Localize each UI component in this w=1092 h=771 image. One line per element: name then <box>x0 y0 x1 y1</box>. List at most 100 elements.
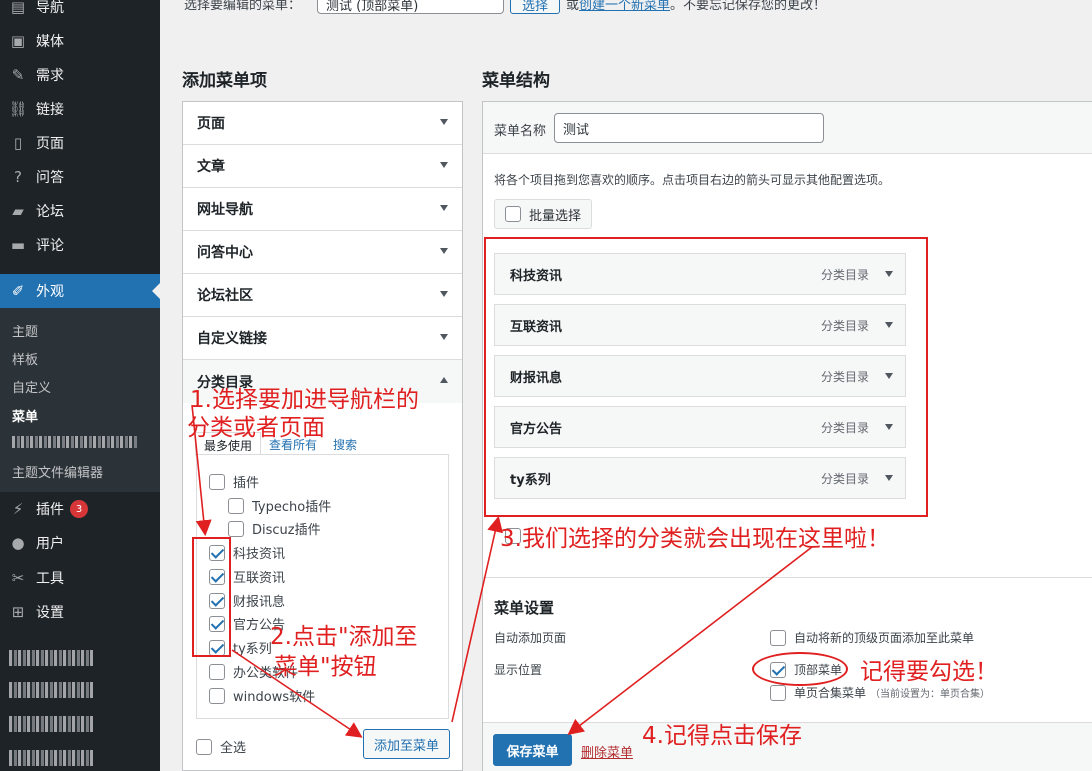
auto-add-checkbox[interactable] <box>770 629 786 646</box>
submenu-item-patterns[interactable]: 样板 <box>12 349 38 368</box>
category-label: windows软件 <box>233 690 316 705</box>
menu-name-header: 菜单名称 测试 <box>483 102 1092 154</box>
add-menu-items-title: 添加菜单项 <box>182 71 267 91</box>
accordion-label: 页面 <box>197 116 225 132</box>
sidebar-item-label: 插件 <box>36 502 64 518</box>
single-page-checkbox[interactable] <box>770 684 786 701</box>
location-single-page-menu[interactable]: 单页合集菜单 （当前设置为：单页合集） <box>770 684 990 701</box>
accordion-url-nav[interactable]: 网址导航 <box>183 188 462 231</box>
select-all-label: 全选 <box>220 741 247 756</box>
caret-down-icon <box>440 205 448 211</box>
accordion-label: 自定义链接 <box>197 331 267 347</box>
sidebar-item-demand[interactable]: ✎ 需求 <box>0 58 160 92</box>
appearance-submenu: 主题 样板 自定义 菜单 主题文件编辑器 <box>0 308 160 492</box>
blurred-menu-item[interactable] <box>9 750 93 766</box>
blurred-menu-item[interactable] <box>9 716 93 732</box>
menu-select-value: 测试 (顶部菜单) <box>326 0 419 14</box>
category-item[interactable]: windows软件 <box>209 686 315 705</box>
sidebar-item-navigation[interactable]: ▤ 导航 <box>0 0 160 24</box>
tool-icon: ✂ <box>11 569 25 587</box>
sidebar-item-label: 页面 <box>36 136 64 152</box>
select-menu-button[interactable]: 选择 <box>510 0 560 14</box>
submenu-item-menus[interactable]: 菜单 <box>12 406 38 425</box>
annotation-step2-line1: 2.点击"添加至 <box>270 624 418 650</box>
sidebar-item-media[interactable]: ▣ 媒体 <box>0 24 160 58</box>
save-menu-button[interactable]: 保存菜单 <box>493 734 572 766</box>
accordion-posts[interactable]: 文章 <box>183 145 462 188</box>
highlight-box-menu-items <box>484 237 928 517</box>
select-all-item[interactable]: 全选 <box>196 737 246 756</box>
submenu-item-customize[interactable]: 自定义 <box>12 377 51 396</box>
update-count-badge: 3 <box>70 500 88 518</box>
create-prefix: 或 <box>566 0 580 13</box>
caret-down-icon <box>440 334 448 340</box>
create-menu-link[interactable]: 创建一个新菜单 <box>579 0 670 13</box>
checkbox[interactable] <box>209 473 225 490</box>
bulk-select-checkbox[interactable] <box>505 206 521 222</box>
blurred-menu-item[interactable] <box>9 650 93 666</box>
sidebar-item-forum[interactable]: ▰ 论坛 <box>0 194 160 228</box>
menu-select-dropdown[interactable]: 测试 (顶部菜单) ⌄ <box>317 0 504 14</box>
submenu-item-theme-editor[interactable]: 主题文件编辑器 <box>12 462 103 481</box>
sidebar-item-plugins[interactable]: ⚡ 插件 3 <box>0 492 160 526</box>
sidebar-item-tools[interactable]: ✂ 工具 <box>0 561 160 595</box>
checkbox[interactable] <box>228 497 244 514</box>
tab-search[interactable]: 搜索 <box>325 432 365 456</box>
accordion-qa-center[interactable]: 问答中心 <box>183 231 462 274</box>
category-label: 科技资讯 <box>233 547 286 562</box>
menu-settings-title: 菜单设置 <box>494 599 555 617</box>
sidebar-item-appearance[interactable]: ✐ 外观 <box>0 274 160 308</box>
highlight-oval-top-menu <box>752 652 848 686</box>
caret-down-icon <box>440 119 448 125</box>
forum-icon: ▰ <box>12 202 24 220</box>
checkbox[interactable] <box>209 687 225 704</box>
admin-sidebar: ▤ 导航 ▣ 媒体 ✎ 需求 ⛓ 链接 ▯ 页面 ? 问答 ▰ 论坛 ▬ 评论 ✐ 外观 主题 样… <box>0 0 160 771</box>
submenu-item-themes[interactable]: 主题 <box>12 321 38 340</box>
caret-down-icon <box>440 248 448 254</box>
comment-icon: ▬ <box>10 236 26 254</box>
bulk-select-button[interactable]: 批量选择 <box>494 199 592 229</box>
caret-up-icon <box>440 377 448 383</box>
add-to-menu-button[interactable]: 添加至菜单 <box>363 729 450 759</box>
select-all-checkbox[interactable] <box>196 738 212 755</box>
accordion-pages[interactable]: 页面 <box>183 102 462 145</box>
location-label: 单页合集菜单 <box>794 686 867 700</box>
blurred-menu-item[interactable] <box>9 682 93 698</box>
caret-down-icon <box>440 291 448 297</box>
question-icon: ? <box>14 168 22 186</box>
sidebar-item-links[interactable]: ⛓ 链接 <box>0 92 160 126</box>
user-icon: ● <box>11 534 25 552</box>
sidebar-item-label: 用户 <box>36 536 64 552</box>
menu-name-input[interactable]: 测试 <box>554 113 824 143</box>
sidebar-item-qa[interactable]: ? 问答 <box>0 160 160 194</box>
category-item[interactable]: Discuz插件 <box>228 519 321 538</box>
annotation-step1-line2: 分类或者页面 <box>187 415 325 441</box>
sidebar-item-label: 外观 <box>36 284 64 300</box>
sidebar-item-settings[interactable]: ⊞ 设置 <box>0 595 160 629</box>
checkbox[interactable] <box>209 663 225 680</box>
delete-menu-link[interactable]: 删除菜单 <box>581 742 633 761</box>
accordion-forum[interactable]: 论坛社区 <box>183 274 462 317</box>
category-label: 插件 <box>233 476 260 491</box>
sidebar-item-label: 设置 <box>36 605 64 621</box>
sidebar-item-label: 论坛 <box>36 204 64 220</box>
link-icon: ⛓ <box>8 100 28 118</box>
category-item[interactable]: 插件 <box>209 472 259 491</box>
checkbox[interactable] <box>228 520 244 537</box>
category-item[interactable]: Typecho插件 <box>228 496 331 515</box>
sidebar-item-label: 评论 <box>36 238 64 254</box>
accordion-custom-links[interactable]: 自定义链接 <box>183 317 462 360</box>
annotation-check-reminder: 记得要勾选！ <box>860 659 998 685</box>
sidebar-item-pages[interactable]: ▯ 页面 <box>0 126 160 160</box>
settings-icon: ⊞ <box>11 603 25 621</box>
page-icon: ▯ <box>13 134 23 152</box>
blurred-submenu-item[interactable] <box>12 436 137 448</box>
create-menu-text: 或创建一个新菜单。不要忘记保存您的更改！ <box>566 0 826 13</box>
sidebar-item-users[interactable]: ● 用户 <box>0 526 160 560</box>
caret-down-icon <box>440 162 448 168</box>
highlight-box-checked-categories <box>192 537 231 657</box>
accordion-label: 论坛社区 <box>197 288 253 304</box>
sidebar-item-comments[interactable]: ▬ 评论 <box>0 228 160 262</box>
auto-add-option[interactable]: 自动将新的顶级页面添加至此菜单 <box>770 629 974 646</box>
edit-icon: ✎ <box>11 66 25 84</box>
